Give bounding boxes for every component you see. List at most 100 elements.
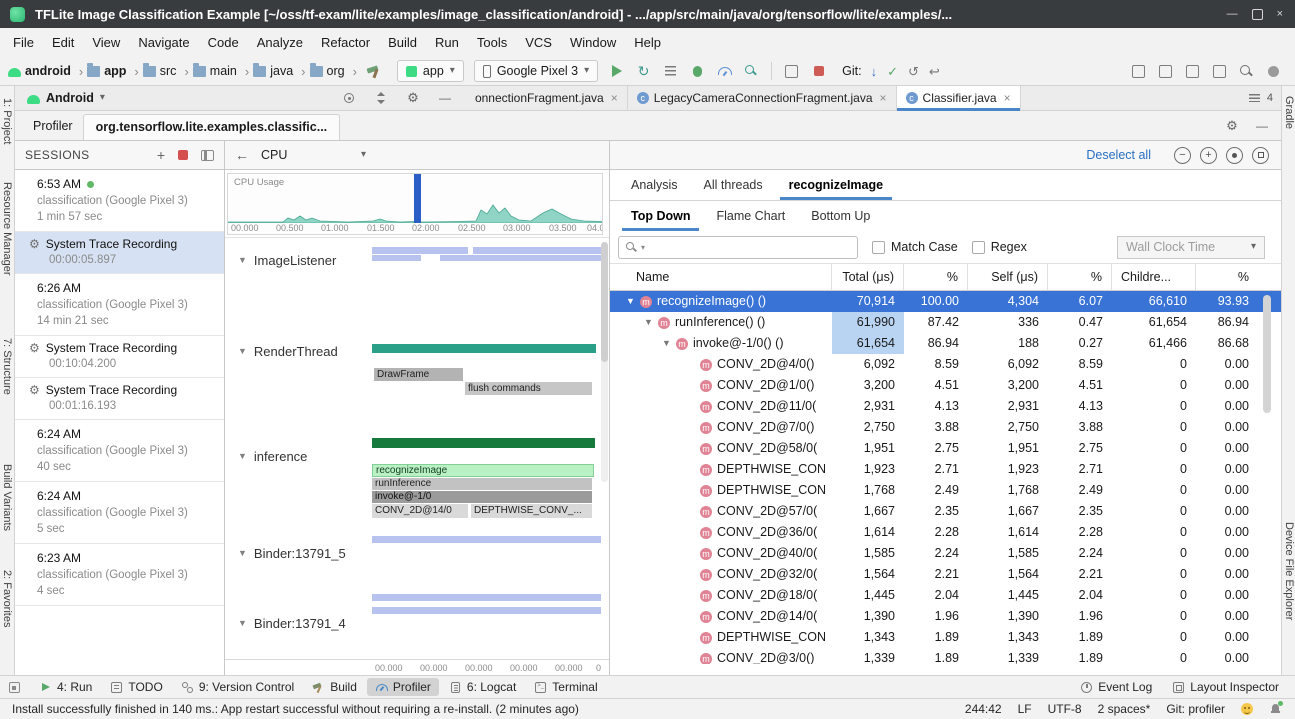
menu-item[interactable]: VCS [516,31,561,54]
attach-debugger-button[interactable] [743,63,760,80]
menu-item[interactable]: Edit [43,31,83,54]
analysis-subtab[interactable]: Bottom Up [798,201,883,231]
column-header[interactable]: % [1196,264,1258,290]
line-separator[interactable]: LF [1018,702,1032,716]
tool-window-button[interactable]: Profiler [367,678,439,696]
table-row[interactable]: CONV_2D@14/0( 1,390 1.96 1,390 1.96 0 0.… [610,606,1281,627]
tool-stripe-button[interactable]: 1: Project [1,98,13,144]
menu-item[interactable]: Help [625,31,670,54]
table-row[interactable]: DEPTHWISE_CON 1,768 2.49 1,768 2.49 0 0.… [610,480,1281,501]
expand-icon[interactable]: ▼ [644,312,658,333]
tool-stripe-button[interactable]: 2: Favorites [1,570,13,627]
collapse-thread-icon[interactable] [238,549,247,558]
notifications-bell-icon[interactable] [1269,703,1281,715]
cpu-selector-dropdown[interactable]: CPU [261,148,366,162]
session-item[interactable]: 6:24 AM classification (Google Pixel 3) … [15,482,224,544]
zoom-out-icon[interactable] [1174,147,1191,164]
zoom-in-icon[interactable] [1200,147,1217,164]
tool-window-button[interactable]: 9: Version Control [173,678,302,696]
tab-profiler-session[interactable]: org.tensorflow.lite.examples.classific..… [83,114,341,140]
column-header[interactable]: Self (μs) [968,264,1048,290]
match-case-checkbox[interactable] [872,241,885,254]
analysis-tab[interactable]: Analysis [618,170,691,200]
expand-icon[interactable]: ▼ [662,333,676,354]
editor-tab[interactable]: Classifier.java [897,86,1021,110]
project-view-selector[interactable]: Android [15,86,117,110]
collapse-sessions-icon[interactable] [201,150,214,161]
column-header[interactable]: % [904,264,968,290]
table-row[interactable]: CONV_2D@36/0( 1,614 2.28 1,614 2.28 0 0.… [610,522,1281,543]
tool-stripe-button[interactable]: Device File Explorer [1283,522,1295,620]
timeline-selection[interactable] [414,174,421,223]
git-update-button[interactable] [871,65,878,78]
tool-stripe-button[interactable]: Resource Manager [1,182,13,276]
collapse-thread-icon[interactable] [238,256,247,265]
table-scrollbar[interactable] [1263,293,1271,661]
stop-button[interactable] [810,63,827,80]
tool-window-button[interactable]: 4: Run [31,678,100,696]
menu-item[interactable]: Window [561,31,625,54]
column-header[interactable]: Childre... [1112,264,1196,290]
search-everywhere-icon[interactable] [1238,63,1255,80]
menu-item[interactable]: Run [426,31,468,54]
tool-stripe-button[interactable]: Gradle [1283,96,1295,129]
session-item[interactable]: System Trace Recording 00:01:16.193 [15,378,224,420]
minimize-icon[interactable] [1227,9,1238,20]
back-icon[interactable] [235,148,249,162]
close-tab-icon[interactable] [611,92,618,104]
more-tool-windows-icon[interactable] [1211,63,1228,80]
git-branch[interactable]: Git: profiler [1166,702,1225,716]
trace-bar[interactable] [372,255,421,261]
analysis-subtab[interactable]: Top Down [618,201,703,231]
menu-item[interactable]: File [4,31,43,54]
breadcrumb-item[interactable]: app [87,64,143,79]
table-row[interactable]: CONV_2D@11/0( 2,931 4.13 2,931 4.13 0 0.… [610,396,1281,417]
trace-bar-runinference[interactable]: runInference [372,478,592,490]
status-message[interactable]: Install successfully finished in 140 ms.… [12,702,949,716]
reset-zoom-icon[interactable] [1226,147,1243,164]
trace-bar-recognizeimage[interactable]: recognizeImage [372,464,594,477]
device-manager-icon[interactable] [783,63,800,80]
analysis-subtab[interactable]: Flame Chart [703,201,798,231]
close-tab-icon[interactable] [880,92,887,104]
trace-bar[interactable] [473,247,601,254]
feedback-smiley-icon[interactable] [1241,703,1253,715]
collapse-all-icon[interactable] [374,91,388,105]
breadcrumb-item[interactable]: android [8,64,87,79]
session-item[interactable]: 6:23 AM classification (Google Pixel 3) … [15,544,224,606]
thread-row-imagelistener[interactable]: ImageListener [238,253,336,268]
session-item[interactable]: System Trace Recording 00:10:04.200 [15,336,224,378]
profiler-settings-gear-icon[interactable] [1225,119,1239,133]
collapse-thread-icon[interactable] [238,347,247,356]
apply-changes-button[interactable] [635,63,652,80]
cpu-scrollbar[interactable] [601,242,608,482]
trace-bar[interactable] [372,247,468,254]
table-row[interactable]: CONV_2D@7/0() 2,750 3.88 2,750 3.88 0 0.… [610,417,1281,438]
menu-item[interactable]: Navigate [129,31,198,54]
settings-gear-icon[interactable] [406,91,420,105]
collapse-thread-icon[interactable] [238,452,247,461]
zoom-to-selection-icon[interactable] [1252,147,1269,164]
table-row[interactable]: DEPTHWISE_CON 1,343 1.89 1,343 1.89 0 0.… [610,627,1281,648]
editor-tab[interactable]: LegacyCameraConnectionFragment.java [628,86,897,110]
trace-bar[interactable] [372,594,601,601]
table-row[interactable]: CONV_2D@40/0( 1,585 2.24 1,585 2.24 0 0.… [610,543,1281,564]
thread-row-binder4[interactable]: Binder:13791_4 [238,616,346,631]
stop-recording-icon[interactable] [178,150,188,160]
trace-bar-conv2d[interactable]: CONV_2D@14/0 [372,504,468,518]
breadcrumb-item[interactable]: src [143,64,193,79]
menu-item[interactable]: Analyze [248,31,312,54]
menu-item[interactable]: Refactor [312,31,379,54]
collapse-thread-icon[interactable] [238,619,247,628]
sync-project-icon[interactable] [1130,63,1147,80]
session-item[interactable]: 6:53 AM classification (Google Pixel 3) … [15,170,224,232]
expand-icon[interactable]: ▼ [626,291,640,312]
select-opened-file-icon[interactable] [342,91,356,105]
column-header[interactable]: % [1048,264,1112,290]
tool-window-button[interactable]: 6: Logcat [441,678,524,696]
table-row[interactable]: CONV_2D@58/0( 1,951 2.75 1,951 2.75 0 0.… [610,438,1281,459]
thread-row-binder5[interactable]: Binder:13791_5 [238,546,346,561]
table-row[interactable]: ▼ runInference() () 61,990 87.42 336 0.4… [610,312,1281,333]
menu-item[interactable]: Build [379,31,426,54]
file-encoding[interactable]: UTF-8 [1048,702,1082,716]
